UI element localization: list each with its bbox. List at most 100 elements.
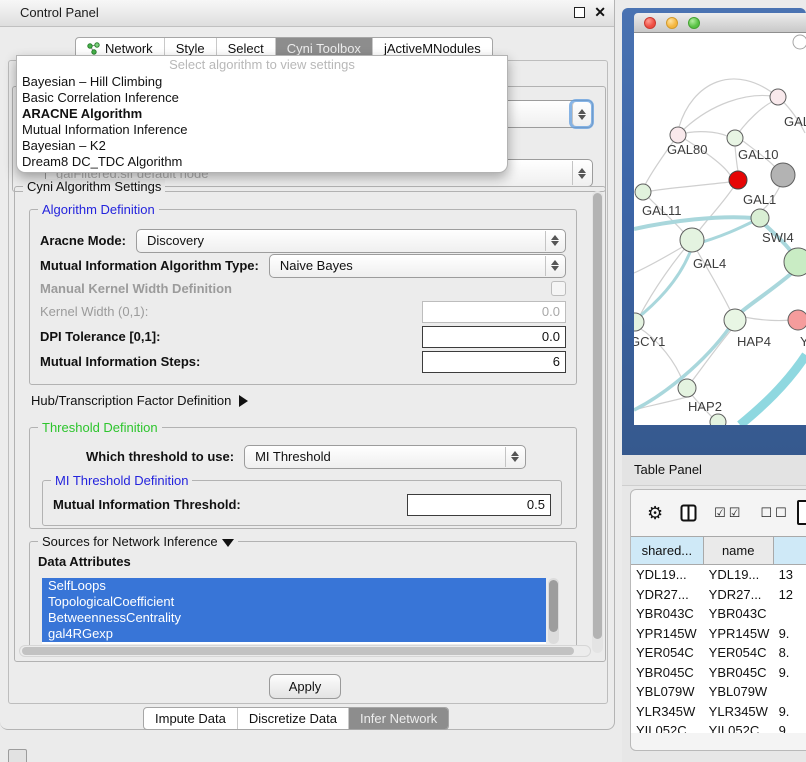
node-GAL11[interactable] bbox=[635, 184, 651, 200]
mi-threshold-field[interactable]: 0.5 bbox=[407, 494, 551, 516]
table-body: YDL19... YDL19... 13 YDR27... YDR27... 1… bbox=[631, 565, 806, 733]
combo-stepper-icon[interactable] bbox=[545, 256, 564, 276]
table-row[interactable]: YBR043C YBR043C bbox=[631, 604, 806, 624]
column-header-name[interactable]: name bbox=[704, 537, 774, 564]
aracne-mode-combobox[interactable]: Discovery bbox=[136, 229, 566, 253]
combo-stepper-icon[interactable] bbox=[572, 161, 591, 185]
node-label: GAL11 bbox=[642, 203, 682, 218]
attribute-item[interactable]: TopologicalCoefficient bbox=[42, 594, 546, 610]
node-gray[interactable] bbox=[771, 163, 795, 187]
node-label: GAL10 bbox=[738, 147, 778, 162]
node-salmon[interactable] bbox=[788, 310, 806, 330]
node-GAL1[interactable] bbox=[729, 171, 747, 189]
node-label: HAP4 bbox=[737, 334, 771, 349]
tab-infer-network[interactable]: Infer Network bbox=[348, 708, 448, 729]
combo-stepper-icon[interactable] bbox=[572, 102, 591, 126]
document-icon[interactable] bbox=[797, 500, 806, 525]
node-partial[interactable] bbox=[793, 35, 806, 49]
node-SWI4[interactable] bbox=[751, 209, 769, 227]
node-GAL80[interactable] bbox=[670, 127, 686, 143]
node-label: GCY1 bbox=[634, 334, 665, 349]
data-attributes-list: SelfLoops TopologicalCoefficient Between… bbox=[42, 578, 546, 644]
cyni-algorithm-settings-group: Cyni Algorithm Settings Algorithm Defini… bbox=[14, 186, 606, 662]
algorithm-option-selected[interactable]: ARACNE Algorithm bbox=[17, 106, 507, 122]
node-label: GAL bbox=[784, 114, 806, 129]
bottom-tabbar: Impute Data Discretize Data Infer Networ… bbox=[143, 707, 449, 730]
column-header-partial[interactable] bbox=[774, 537, 806, 564]
algorithm-popup-hint: Select algorithm to view settings bbox=[17, 56, 507, 74]
algorithm-option[interactable]: Basic Correlation Inference bbox=[17, 90, 507, 106]
network-canvas[interactable]: GAL GAL80 GAL10 GAL1 GAL11 SWI4 GAL4 GCY… bbox=[634, 33, 806, 425]
minimize-traffic-light-icon[interactable] bbox=[666, 17, 678, 29]
node-GAL4[interactable] bbox=[680, 228, 704, 252]
node-label: GAL4 bbox=[693, 256, 726, 271]
table-row[interactable]: YLR345W YLR345W 9. bbox=[631, 702, 806, 722]
combo-stepper-icon[interactable] bbox=[545, 231, 564, 251]
table-row[interactable]: YBL079W YBL079W bbox=[631, 682, 806, 702]
zoom-traffic-light-icon[interactable] bbox=[688, 17, 700, 29]
algorithm-option[interactable]: Dream8 DC_TDC Algorithm bbox=[17, 154, 507, 170]
mi-type-label: Mutual Information Algorithm Type: bbox=[40, 258, 259, 273]
mi-steps-field[interactable]: 6 bbox=[422, 351, 566, 373]
node-label: GAL80 bbox=[667, 142, 707, 157]
node-bottom[interactable] bbox=[710, 414, 726, 425]
table-row[interactable]: YDL19... YDL19... 13 bbox=[631, 565, 806, 585]
dpi-tolerance-field[interactable]: 0.0 bbox=[422, 326, 566, 348]
mi-type-combobox[interactable]: Naive Bayes bbox=[269, 254, 566, 278]
algorithm-option[interactable]: Bayesian – K2 bbox=[17, 138, 507, 154]
table-row[interactable]: YPR145W YPR145W 9. bbox=[631, 624, 806, 644]
attribute-item[interactable]: gal4RGexp bbox=[42, 626, 546, 642]
settings-horizontal-scrollbar[interactable] bbox=[19, 645, 591, 657]
table-row[interactable]: YDR27... YDR27... 12 bbox=[631, 585, 806, 605]
control-panel-window: Control Panel ✕ Network Style bbox=[0, 0, 615, 730]
hub-definition-toggle[interactable]: Hub/Transcription Factor Definition bbox=[31, 393, 248, 408]
network-window-titlebar[interactable] bbox=[634, 13, 806, 33]
node-GAL10[interactable] bbox=[727, 130, 743, 146]
chevron-down-icon[interactable] bbox=[222, 539, 234, 547]
columns-icon[interactable] bbox=[680, 504, 697, 522]
close-icon[interactable]: ✕ bbox=[594, 5, 606, 19]
chevron-right-icon bbox=[239, 395, 248, 407]
threshold-definition-group: Threshold Definition Which threshold to … bbox=[29, 427, 577, 529]
mi-steps-label: Mutual Information Steps: bbox=[40, 354, 200, 369]
attribute-item[interactable]: SelfLoops bbox=[42, 578, 546, 594]
mi-threshold-legend: MI Threshold Definition bbox=[51, 473, 192, 488]
node-label: HAP2 bbox=[688, 399, 722, 414]
kernel-width-field[interactable]: 0.0 bbox=[422, 301, 566, 323]
which-threshold-combobox[interactable]: MI Threshold bbox=[244, 445, 526, 469]
tab-impute-data[interactable]: Impute Data bbox=[144, 708, 237, 729]
combo-stepper-icon[interactable] bbox=[505, 447, 524, 467]
node-gal-top[interactable] bbox=[770, 89, 786, 105]
apply-button[interactable]: Apply bbox=[269, 674, 341, 699]
node-big-green[interactable] bbox=[784, 248, 806, 276]
deselect-all-checkboxes-icon[interactable]: ☐☐ bbox=[760, 505, 789, 521]
table-row[interactable]: YER054C YER054C 8. bbox=[631, 643, 806, 663]
network-view-window: GAL GAL80 GAL10 GAL1 GAL11 SWI4 GAL4 GCY… bbox=[622, 8, 806, 455]
minimized-panel-icon[interactable] bbox=[8, 749, 27, 762]
column-header-shared[interactable]: shared... bbox=[631, 537, 704, 564]
algorithm-definition-group: Algorithm Definition Aracne Mode: Discov… bbox=[29, 209, 577, 385]
node-HAP4[interactable] bbox=[724, 309, 746, 331]
node-HAP2[interactable] bbox=[678, 379, 696, 397]
select-all-checkboxes-icon[interactable]: ☑☑ bbox=[714, 505, 743, 521]
tab-discretize-data[interactable]: Discretize Data bbox=[237, 708, 348, 729]
node-label: GAL1 bbox=[743, 192, 776, 207]
node-label: SWI4 bbox=[762, 230, 794, 245]
algorithm-option[interactable]: Bayesian – Hill Climbing bbox=[17, 74, 507, 90]
settings-vertical-scrollbar[interactable] bbox=[592, 191, 603, 653]
data-attributes-label: Data Attributes bbox=[38, 554, 131, 569]
attribute-item[interactable]: BetweennessCentrality bbox=[42, 610, 546, 626]
sources-group: Sources for Network Inference Data Attri… bbox=[29, 541, 577, 646]
table-row[interactable]: YIL052C YIL052C 9 bbox=[631, 721, 806, 733]
table-panel-area: Table Panel ⚙ ☑☑ ☐☐ shared... name bbox=[622, 455, 806, 762]
gear-icon[interactable]: ⚙ bbox=[647, 504, 663, 522]
manual-kernel-checkbox[interactable] bbox=[551, 281, 566, 296]
attributes-vertical-scrollbar[interactable] bbox=[548, 578, 559, 644]
control-panel-title: Control Panel bbox=[20, 0, 99, 26]
mi-threshold-group: MI Threshold Definition Mutual Informati… bbox=[42, 480, 562, 526]
which-threshold-label: Which threshold to use: bbox=[86, 449, 234, 464]
close-traffic-light-icon[interactable] bbox=[644, 17, 656, 29]
table-row[interactable]: YBR045C YBR045C 9. bbox=[631, 663, 806, 683]
algorithm-option[interactable]: Mutual Information Inference bbox=[17, 122, 507, 138]
float-window-icon[interactable] bbox=[574, 7, 585, 18]
